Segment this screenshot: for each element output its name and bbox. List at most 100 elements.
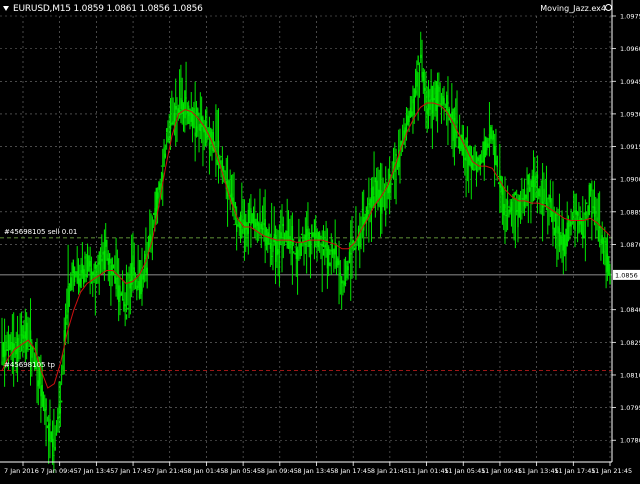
y-tick-label: 1.0885 [620, 208, 640, 216]
candle-body [26, 322, 28, 350]
candle-body [459, 136, 461, 152]
candle-body [593, 206, 596, 217]
candle-body [473, 168, 475, 171]
order-tp-label[interactable]: #45698105 tp [4, 361, 55, 369]
candle-body [320, 235, 322, 240]
candle-body [418, 64, 421, 72]
candle-body [479, 154, 482, 169]
candle-body [210, 127, 212, 144]
indicator-settings-icon[interactable] [605, 4, 612, 11]
price-chart[interactable]: 7 Jan 2016 7 Jan 09:45 7 Jan 13:45 7 Jan 17… [0, 0, 640, 480]
candle-body [566, 222, 568, 247]
candle-body [552, 211, 554, 230]
y-tick-label: 1.0825 [620, 339, 640, 347]
candle-body [66, 314, 68, 319]
order-sell-label[interactable]: #45698105 sell 0.01 [4, 228, 77, 236]
candle-body [233, 224, 235, 226]
candle-body [146, 267, 148, 275]
candle-body [416, 70, 418, 87]
candle-body [583, 235, 585, 239]
candle-body [211, 145, 213, 150]
candle-body [514, 191, 517, 196]
candle-body [274, 234, 277, 262]
candle-body [486, 137, 488, 151]
candle-body [304, 234, 307, 240]
x-tick-label: 8 Jan 21:45 [371, 467, 408, 475]
x-tick-label: 8 Jan 01:45 [187, 467, 224, 475]
candle-body [317, 231, 320, 248]
x-tick-label: 7 Jan 13:45 [77, 467, 114, 475]
candle-body [424, 87, 426, 91]
candle-body [328, 246, 330, 266]
candle-body [339, 272, 342, 277]
candle-body [372, 186, 374, 209]
candle-body [429, 99, 431, 110]
candle-body [287, 236, 290, 250]
candle-body [535, 192, 537, 198]
x-tick-label: 8 Jan 09:45 [261, 467, 298, 475]
candle-body [584, 212, 587, 215]
candle-body [115, 277, 117, 290]
candle-body [534, 176, 536, 188]
candle-body [54, 446, 56, 451]
candle-body [456, 120, 458, 124]
candle-body [195, 126, 198, 133]
candle-body [6, 348, 8, 352]
indicator-name[interactable]: Moving_Jazz.ex4 [540, 4, 606, 13]
candle-body [261, 227, 264, 230]
candle-body [119, 285, 121, 298]
candle-body [86, 246, 89, 272]
candle-body [399, 145, 401, 147]
candle-body [409, 107, 412, 118]
candle-body [199, 123, 202, 131]
candle-body [525, 194, 527, 199]
candle-body [605, 237, 607, 273]
candle-body [1, 361, 3, 366]
candle-body [7, 340, 10, 351]
candle-body [331, 249, 334, 255]
candle-body [217, 140, 220, 148]
candle-body [354, 247, 356, 251]
candle-body [105, 239, 107, 247]
candle-body [582, 219, 584, 239]
candle-body [374, 177, 377, 183]
candle-body [451, 111, 453, 120]
candle-body [442, 95, 444, 105]
x-tick-label: 11 Jan 01:45 [408, 467, 449, 475]
candle-body [562, 232, 565, 251]
candle-body [575, 210, 577, 215]
candle-body [389, 174, 391, 193]
dropdown-arrow-icon[interactable] [3, 6, 9, 11]
candle-body [343, 281, 345, 286]
candle-body [20, 334, 23, 336]
candle-body [124, 304, 126, 307]
candle-body [531, 175, 533, 188]
candle-body [94, 261, 97, 269]
x-tick-label: 7 Jan 21:45 [151, 467, 188, 475]
candle-body [512, 189, 514, 191]
candle-body [254, 218, 256, 228]
candle-body [185, 97, 187, 99]
candle-body [15, 348, 17, 355]
candle-body [236, 224, 238, 233]
candle-body [72, 259, 75, 274]
y-tick-label: 1.0900 [620, 176, 640, 184]
candle-body [142, 275, 145, 280]
candle-body [118, 285, 120, 303]
candle-body [447, 101, 449, 105]
candle-body [289, 236, 291, 249]
candle-body [70, 277, 72, 292]
candle-body [569, 220, 571, 227]
y-tick-label: 1.0960 [620, 45, 640, 53]
candle-body [58, 403, 60, 415]
candle-body [462, 146, 465, 157]
candle-body [560, 235, 562, 245]
candle-body [443, 98, 445, 105]
candle-body [578, 219, 580, 234]
candle-body [580, 231, 583, 235]
candle-body [434, 88, 436, 95]
candle-body [311, 224, 313, 238]
chart-area[interactable]: 7 Jan 2016 7 Jan 09:45 7 Jan 13:45 7 Jan 17… [0, 0, 640, 480]
candle-body [369, 198, 371, 208]
candle-body [363, 216, 365, 231]
